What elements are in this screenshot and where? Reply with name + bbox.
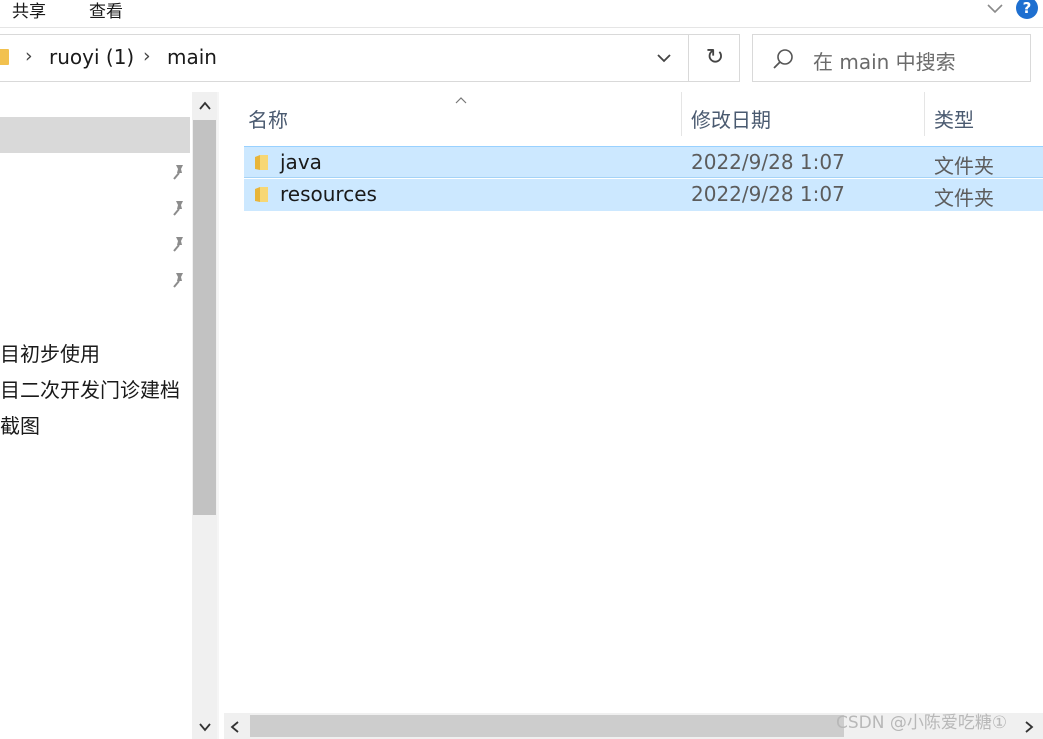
- pin-icon[interactable]: [168, 198, 188, 218]
- file-row[interactable]: resources 2022/9/28 1:07 文件夹: [244, 179, 1043, 211]
- folder-icon: [254, 154, 270, 171]
- breadcrumb-separator[interactable]: ›: [143, 45, 151, 67]
- file-type: 文件夹: [934, 154, 994, 178]
- column-header-name[interactable]: 名称: [248, 92, 680, 138]
- breadcrumb-ruoyi[interactable]: ruoyi (1): [49, 45, 134, 69]
- nav-item-label[interactable]: 截图: [0, 410, 40, 439]
- file-name[interactable]: java: [280, 150, 322, 174]
- scroll-down-chevron-icon[interactable]: [197, 719, 213, 733]
- divider: [688, 35, 689, 81]
- ribbon-tab-bar: 共享 查看 ?: [0, 0, 1043, 28]
- address-bar[interactable]: › ruoyi (1) › main ↻: [0, 34, 740, 82]
- column-header-date-modified[interactable]: 修改日期: [691, 92, 923, 138]
- scroll-left-chevron-icon[interactable]: [228, 719, 242, 735]
- column-header-label: 类型: [934, 108, 974, 132]
- breadcrumb-main[interactable]: main: [167, 45, 217, 69]
- nav-item-selected[interactable]: [0, 117, 190, 153]
- tab-view[interactable]: 查看: [89, 0, 123, 22]
- address-history-chevron-down-icon[interactable]: [655, 50, 673, 66]
- navigation-pane: 目初步使用 目二次开发门诊建档 截图: [0, 92, 192, 739]
- file-date-modified: 2022/9/28 1:07: [691, 150, 845, 174]
- folder-icon: [0, 49, 9, 65]
- file-row[interactable]: java 2022/9/28 1:07 文件夹: [244, 146, 1043, 178]
- column-header-type[interactable]: 类型: [934, 92, 1043, 138]
- pin-icon[interactable]: [168, 270, 188, 290]
- search-placeholder: 在 main 中搜索: [813, 50, 956, 74]
- nav-vertical-scrollbar[interactable]: [192, 92, 217, 739]
- watermark: CSDN @小陈爱吃糖①: [836, 713, 1008, 733]
- scroll-right-chevron-icon[interactable]: [1022, 719, 1036, 735]
- column-separator[interactable]: [924, 92, 925, 136]
- search-icon: [771, 47, 795, 71]
- column-header-label: 名称: [248, 108, 288, 132]
- nav-item-label[interactable]: 目初步使用: [0, 338, 100, 367]
- pane-divider[interactable]: [217, 92, 219, 739]
- scrollbar-thumb[interactable]: [193, 120, 216, 515]
- scrollbar-thumb[interactable]: [250, 715, 844, 737]
- tab-share[interactable]: 共享: [12, 0, 46, 22]
- file-name[interactable]: resources: [280, 182, 377, 206]
- pin-icon[interactable]: [168, 234, 188, 254]
- folder-icon: [254, 186, 270, 203]
- column-separator[interactable]: [681, 92, 682, 136]
- column-header-label: 修改日期: [691, 108, 771, 132]
- nav-item-label[interactable]: 目二次开发门诊建档: [0, 374, 180, 403]
- refresh-icon[interactable]: ↻: [703, 45, 727, 71]
- scroll-up-chevron-icon[interactable]: [197, 98, 213, 112]
- expand-ribbon-chevron-icon[interactable]: [985, 0, 1005, 18]
- search-input[interactable]: 在 main 中搜索: [752, 34, 1031, 82]
- help-icon[interactable]: ?: [1016, 0, 1038, 19]
- file-date-modified: 2022/9/28 1:07: [691, 182, 845, 206]
- breadcrumb-separator[interactable]: ›: [25, 45, 33, 67]
- pin-icon[interactable]: [168, 162, 188, 182]
- file-type: 文件夹: [934, 186, 994, 210]
